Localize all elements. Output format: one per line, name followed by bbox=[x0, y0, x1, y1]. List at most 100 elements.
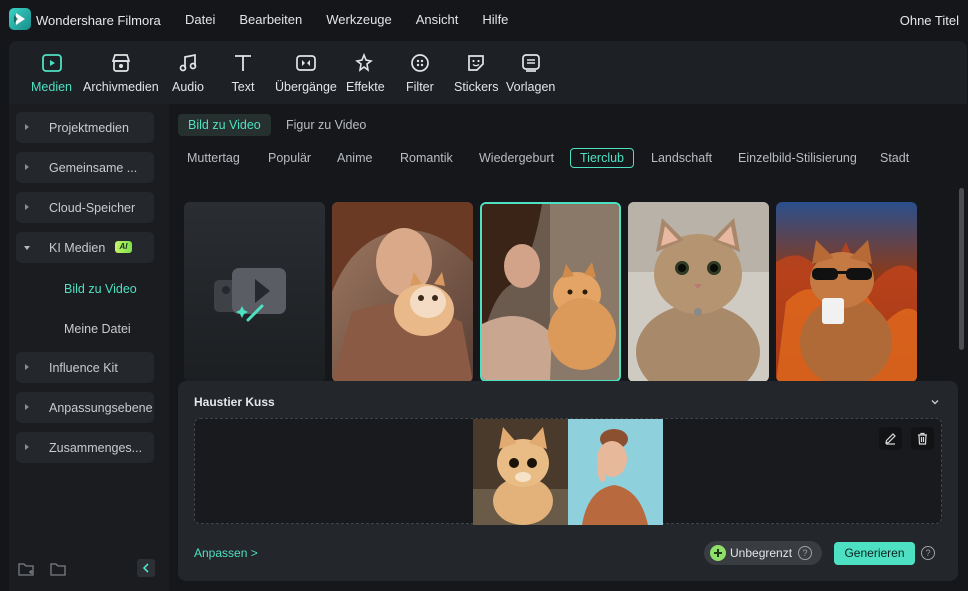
cat-sunglasses-thumbnail bbox=[776, 202, 917, 382]
category-wiedergeburt[interactable]: Wiedergeburt bbox=[479, 149, 554, 169]
sidebar-item-label: Projektmedien bbox=[49, 120, 129, 135]
delete-button[interactable] bbox=[911, 427, 934, 450]
caret-right-icon bbox=[25, 124, 29, 130]
tool-label: Stickers bbox=[454, 80, 499, 94]
sidebar-item-influence-kit[interactable]: Influence Kit bbox=[16, 352, 154, 383]
template-icon bbox=[519, 51, 543, 75]
tool-label: Text bbox=[231, 80, 255, 94]
edit-button[interactable] bbox=[879, 427, 902, 450]
tool-label: Archivmedien bbox=[83, 80, 159, 94]
template-detail-panel: Haustier Kuss Anpassen > Unbegrenzt ? Ge… bbox=[178, 381, 958, 581]
tool-audio[interactable]: Audio bbox=[172, 51, 204, 94]
caret-right-icon bbox=[25, 164, 29, 170]
sidebar-item-anpassungsebene[interactable]: Anpassungsebene bbox=[16, 392, 154, 423]
tool-label: Übergänge bbox=[275, 80, 337, 94]
new-folder-icon[interactable] bbox=[18, 561, 36, 577]
caret-right-icon bbox=[25, 364, 29, 370]
sidebar-item-label: KI Medien bbox=[49, 240, 106, 255]
category-romantik[interactable]: Romantik bbox=[400, 149, 453, 169]
tool-vorlagen[interactable]: Vorlagen bbox=[506, 51, 555, 94]
category-populaer[interactable]: Populär bbox=[268, 149, 311, 169]
category-muttertag[interactable]: Muttertag bbox=[187, 149, 240, 169]
uploaded-image-cat bbox=[473, 419, 568, 525]
effects-icon bbox=[353, 51, 377, 75]
template-card-cat-portrait[interactable] bbox=[628, 202, 769, 382]
woman-with-cat-thumbnail bbox=[332, 202, 473, 382]
filter-icon bbox=[408, 51, 432, 75]
tab-bild-zu-video[interactable]: Bild zu Video bbox=[178, 114, 271, 136]
tool-effekte[interactable]: Effekte bbox=[346, 51, 385, 94]
sidebar-item-ki-medien[interactable]: KI Medien AI bbox=[16, 232, 154, 263]
transition-icon bbox=[294, 51, 318, 75]
unlimited-label: Unbegrenzt bbox=[730, 546, 793, 560]
menu-hilfe[interactable]: Hilfe bbox=[482, 12, 508, 27]
template-card-haustier-kuss[interactable] bbox=[480, 202, 621, 382]
tool-text[interactable]: Text bbox=[231, 51, 255, 94]
caret-right-icon bbox=[25, 444, 29, 450]
tab-figur-zu-video[interactable]: Figur zu Video bbox=[276, 114, 376, 136]
sidebar: Projektmedien Gemeinsame ... Cloud-Speic… bbox=[9, 104, 169, 591]
unlimited-credits-button[interactable]: Unbegrenzt ? bbox=[704, 541, 822, 565]
panel-title: Haustier Kuss bbox=[194, 395, 275, 409]
pencil-icon bbox=[885, 433, 896, 445]
upload-video-icon bbox=[214, 268, 286, 322]
tool-archivmedien[interactable]: Archivmedien bbox=[83, 51, 159, 94]
tool-label: Audio bbox=[172, 80, 204, 94]
tool-label: Filter bbox=[406, 80, 434, 94]
trash-icon bbox=[918, 432, 927, 445]
caret-right-icon bbox=[25, 204, 29, 210]
tool-stickers[interactable]: Stickers bbox=[454, 51, 498, 94]
caret-down-icon bbox=[24, 246, 30, 250]
menu-datei[interactable]: Datei bbox=[185, 12, 215, 27]
menu-bearbeiten[interactable]: Bearbeiten bbox=[239, 12, 302, 27]
category-landschaft[interactable]: Landschaft bbox=[651, 149, 712, 169]
pet-kiss-thumbnail bbox=[482, 204, 619, 380]
help-icon[interactable]: ? bbox=[921, 546, 935, 560]
media-toolbar: Medien Archivmedien Audio Text Übergänge… bbox=[9, 41, 967, 104]
sidebar-item-label: Zusammenges... bbox=[49, 440, 143, 455]
sidebar-item-cloud-speicher[interactable]: Cloud-Speicher bbox=[16, 192, 154, 223]
sidebar-item-zusammengesetzt[interactable]: Zusammenges... bbox=[16, 432, 154, 463]
cat-portrait-thumbnail bbox=[628, 202, 769, 382]
sidebar-item-label: Anpassungsebene bbox=[49, 400, 153, 415]
tool-uebergaenge[interactable]: Übergänge bbox=[275, 51, 337, 94]
uploaded-image-woman bbox=[568, 419, 663, 525]
category-stadt[interactable]: Stadt bbox=[880, 149, 909, 169]
question-icon: ? bbox=[798, 546, 812, 560]
sidebar-item-label: Gemeinsame ... bbox=[49, 160, 138, 175]
text-icon bbox=[231, 51, 255, 75]
sidebar-subitem-bild-zu-video[interactable]: Bild zu Video bbox=[64, 282, 137, 296]
tool-filter[interactable]: Filter bbox=[406, 51, 434, 94]
sidebar-subitem-meine-datei[interactable]: Meine Datei bbox=[64, 322, 131, 336]
template-card-woman-cat[interactable] bbox=[332, 202, 473, 382]
chevron-down-icon[interactable] bbox=[930, 396, 940, 406]
sidebar-item-projektmedien[interactable]: Projektmedien bbox=[16, 112, 154, 143]
generate-button[interactable]: Generieren bbox=[834, 542, 915, 565]
plus-icon bbox=[710, 545, 726, 561]
sidebar-item-gemeinsame[interactable]: Gemeinsame ... bbox=[16, 152, 154, 183]
category-anime[interactable]: Anime bbox=[337, 149, 372, 169]
stock-icon bbox=[109, 51, 133, 75]
image-drop-area[interactable] bbox=[194, 418, 942, 525]
caret-right-icon bbox=[25, 404, 29, 410]
folder-icon[interactable] bbox=[50, 561, 68, 577]
tool-medien[interactable]: Medien bbox=[31, 51, 72, 94]
filmora-logo-icon bbox=[9, 8, 31, 30]
ai-badge: AI bbox=[115, 241, 132, 253]
title-bar: Wondershare Filmora Datei Bearbeiten Wer… bbox=[0, 0, 968, 40]
customize-link[interactable]: Anpassen > bbox=[194, 546, 258, 560]
media-icon bbox=[40, 51, 64, 75]
tool-label: Medien bbox=[31, 80, 72, 94]
chevron-left-icon bbox=[142, 563, 149, 573]
collapse-sidebar-button[interactable] bbox=[137, 559, 155, 577]
sidebar-item-label: Cloud-Speicher bbox=[49, 200, 136, 215]
template-card-cool-cat[interactable] bbox=[776, 202, 917, 382]
scrollbar-thumb[interactable] bbox=[959, 188, 964, 350]
category-einzelbild-stilisierung[interactable]: Einzelbild-Stilisierung bbox=[738, 149, 857, 169]
tool-label: Vorlagen bbox=[506, 80, 556, 94]
menu-werkzeuge[interactable]: Werkzeuge bbox=[326, 12, 392, 27]
category-tierclub[interactable]: Tierclub bbox=[570, 148, 634, 168]
menu-ansicht[interactable]: Ansicht bbox=[416, 12, 459, 27]
music-icon bbox=[176, 51, 200, 75]
template-card-upload[interactable] bbox=[184, 202, 325, 382]
